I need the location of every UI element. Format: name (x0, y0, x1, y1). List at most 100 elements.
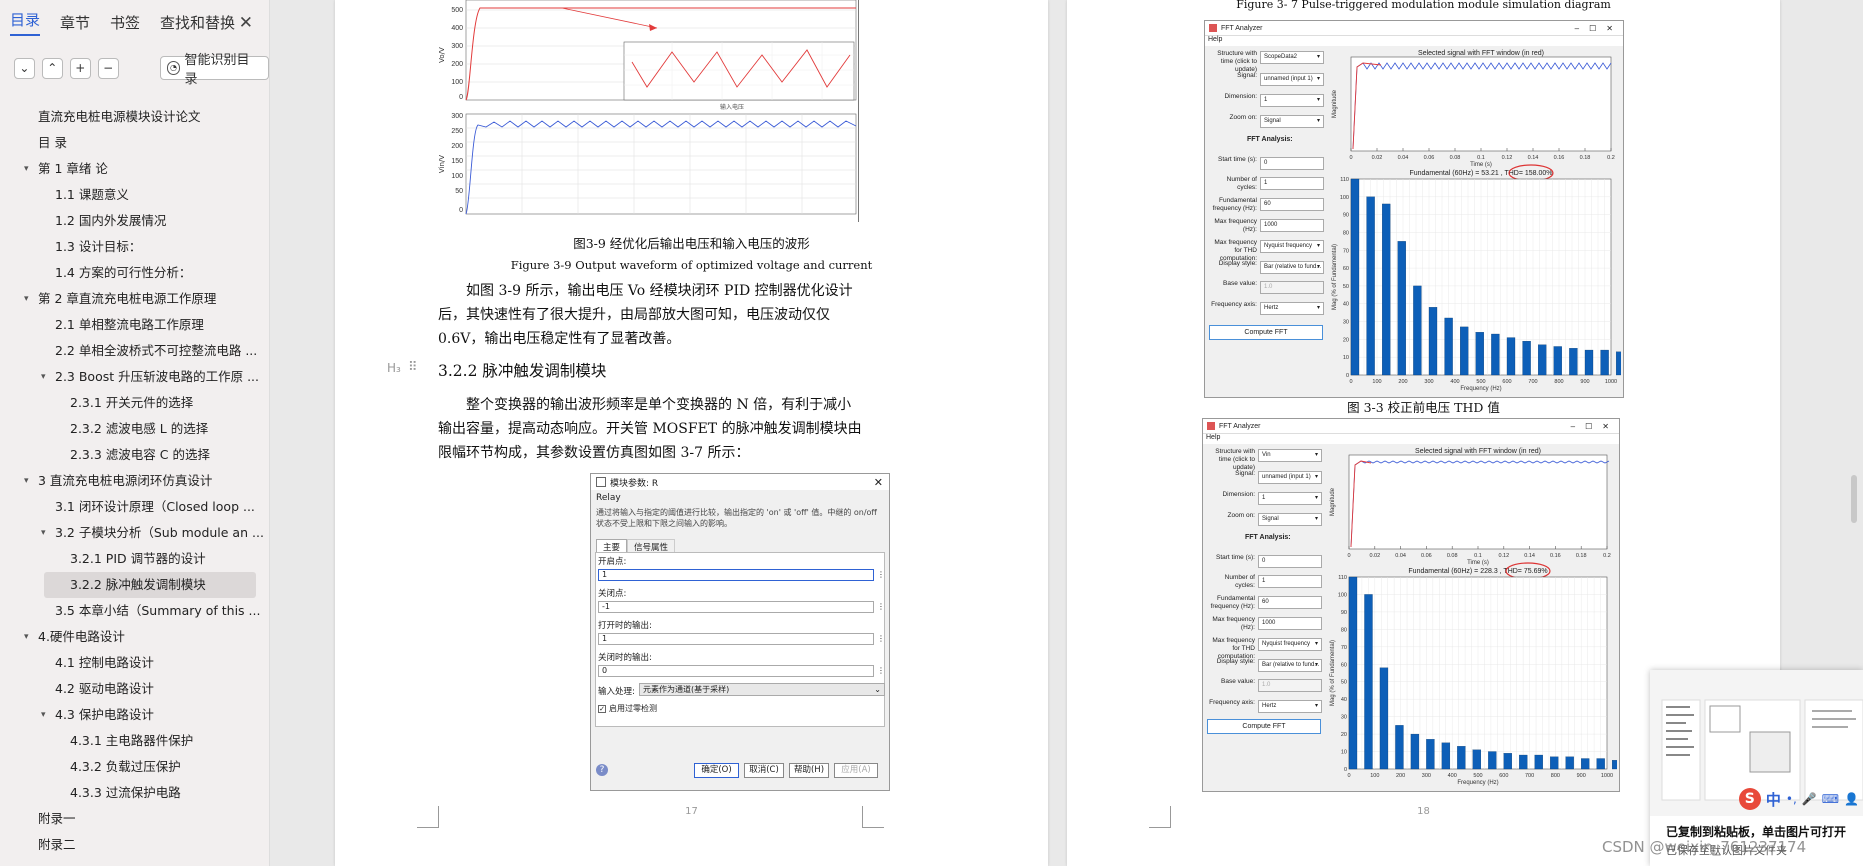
fft-menubar[interactable]: Help (1203, 434, 1619, 444)
sogou-ime-icon[interactable]: S (1738, 788, 1761, 810)
apply-button[interactable]: 应用(A) (834, 763, 878, 778)
fft-control-input[interactable]: 0 (1260, 157, 1324, 170)
toc-item[interactable]: ▾ 第 1 章绪 论 (0, 156, 269, 182)
toc-item[interactable]: 4.3.1 主电路器件保护 (0, 728, 269, 754)
fft-control-input[interactable]: 0 (1258, 555, 1322, 568)
fft-control-input[interactable]: Nyquist frequency ▾ (1258, 638, 1322, 651)
on-output-input[interactable]: 1 (598, 633, 874, 645)
fft-control-input[interactable]: 1 (1260, 177, 1324, 190)
tab-chapters[interactable]: 章节 (60, 12, 90, 33)
expand-chevron-icon[interactable]: ▾ (24, 156, 29, 182)
heading-level-marker[interactable]: H₃ (387, 361, 401, 375)
fft-control-input[interactable]: unnamed (input 1) ▾ (1260, 73, 1324, 86)
toc-item[interactable]: 目 录 (0, 130, 269, 156)
toc-item[interactable]: ▾ 3.2 子模块分析（Sub module an ... (0, 520, 269, 546)
expand-chevron-icon[interactable]: ▾ (24, 286, 29, 312)
toc-item[interactable]: 1.1 课题意义 (0, 182, 269, 208)
toc-item[interactable]: 附录一 (0, 806, 269, 832)
fft-control-input[interactable]: Bar (relative to fund... ▾ (1260, 261, 1324, 274)
fft-control-input[interactable]: Hertz ▾ (1260, 302, 1324, 315)
input-processing-select[interactable]: 元素作为通道(基于采样) ⌄ (639, 683, 885, 696)
fft-control-input[interactable]: Signal ▾ (1258, 513, 1322, 526)
compute-fft-button[interactable]: Compute FFT (1209, 325, 1323, 340)
toc-item[interactable]: 4.3.2 负载过压保护 (0, 754, 269, 780)
help-button[interactable]: 帮助(H) (789, 763, 829, 778)
microphone-icon[interactable]: 🎤 (1802, 792, 1817, 806)
cancel-button[interactable]: 取消(C) (744, 763, 784, 778)
zero-crossing-checkbox[interactable]: ✓ (598, 704, 606, 713)
compute-fft-button[interactable]: Compute FFT (1207, 719, 1321, 734)
expand-chevron-icon[interactable]: ▾ (24, 468, 29, 494)
user-icon[interactable]: 👤 (1844, 792, 1859, 806)
toc-item[interactable]: 3.5 本章小结（Summary of this ... (0, 598, 269, 624)
close-sidebar-icon[interactable]: ✕ (239, 13, 253, 33)
collapse-up-icon[interactable]: ⌃ (41, 57, 63, 79)
tab-toc[interactable]: 目录 (10, 9, 41, 36)
on-point-input[interactable]: 1 (598, 569, 874, 581)
toc-item[interactable]: 2.2 单相全波桥式不可控整流电路 ... (0, 338, 269, 364)
expand-chevron-icon[interactable]: ▾ (24, 624, 29, 650)
fft-control-input[interactable]: 1 ▾ (1260, 94, 1324, 107)
toc-item[interactable]: 3.2.1 PID 调节器的设计 (0, 546, 269, 572)
collapse-down-icon[interactable]: ⌄ (14, 57, 35, 79)
document-area[interactable]: 500 400 300 200 100 0 Vo/V 输入电压 300 250 … (270, 0, 1863, 866)
expand-chevron-icon[interactable]: ▾ (41, 364, 46, 390)
toc-item[interactable]: 2.1 单相整流电路工作原理 (0, 312, 269, 338)
vertical-scrollbar-thumb[interactable] (1851, 475, 1857, 523)
field-menu-icon[interactable]: ⋮ (877, 602, 885, 611)
fft-control-input[interactable]: 60 (1260, 198, 1324, 211)
fft-control-input[interactable]: 1 (1258, 575, 1322, 588)
field-menu-icon[interactable]: ⋮ (877, 634, 885, 643)
toc-item[interactable]: 4.1 控制电路设计 (0, 650, 269, 676)
fft-control-input[interactable]: Signal ▾ (1260, 115, 1324, 128)
toc-item[interactable]: 附录二 (0, 832, 269, 858)
fft-control-input[interactable]: 1 ▾ (1258, 492, 1322, 505)
toc-item[interactable]: 直流充电桩电源模块设计论文 (0, 104, 269, 130)
fft-control-input[interactable]: 1000 (1260, 219, 1324, 232)
tab-bookmarks[interactable]: 书签 (110, 12, 140, 33)
dialog-close-icon[interactable]: ✕ (874, 476, 883, 489)
toc-item[interactable]: 2.3.2 滤波电感 L 的选择 (0, 416, 269, 442)
ime-chinese-mode[interactable]: 中 (1766, 789, 1781, 810)
toc-item[interactable]: 1.3 设计目标： (0, 234, 269, 260)
ok-button[interactable]: 确定(O) (694, 763, 739, 778)
expand-chevron-icon[interactable]: ▾ (41, 520, 46, 546)
off-output-input[interactable]: 0 (598, 665, 874, 677)
fft-control-input[interactable]: 1000 (1258, 617, 1322, 630)
paragraph-1[interactable]: 如图 3-9 所示，输出电压 Vo 经模块闭环 PID 控制器优化设计后，其快速… (438, 279, 863, 351)
toc-item[interactable]: ▾ 4.硬件电路设计 (0, 624, 269, 650)
remove-heading-icon[interactable]: − (97, 57, 119, 79)
section-heading[interactable]: 3.2.2 脉冲触发调制模块 (438, 359, 606, 381)
toc-item[interactable]: 3.2.2 脉冲触发调制模块 (44, 572, 256, 598)
field-menu-icon[interactable]: ⋮ (877, 666, 885, 675)
fft-control-input[interactable]: Vin ▾ (1258, 449, 1322, 462)
window-controls-icon[interactable]: –☐✕ (1575, 24, 1623, 33)
ime-punctuation-icon[interactable]: •, (1786, 792, 1797, 806)
fft-menubar[interactable]: Help (1205, 36, 1623, 46)
fft-control-input[interactable]: unnamed (input 1) ▾ (1258, 471, 1322, 484)
expand-chevron-icon[interactable]: ▾ (41, 702, 46, 728)
fft-control-input[interactable]: 1.0 (1260, 281, 1324, 294)
fft-control-input[interactable]: 60 (1258, 596, 1322, 609)
tab-find-replace[interactable]: 查找和替换 (160, 12, 235, 33)
toc-item[interactable]: 4.2 驱动电路设计 (0, 676, 269, 702)
toc-item[interactable]: 1.2 国内外发展情况 (0, 208, 269, 234)
toc-item[interactable]: 1.4 方案的可行性分析： (0, 260, 269, 286)
window-controls-icon[interactable]: –☐✕ (1571, 422, 1619, 431)
toc-item[interactable]: ▾ 2.3 Boost 升压斩波电路的工作原 ... (0, 364, 269, 390)
toc-item[interactable]: 2.3.3 滤波电容 C 的选择 (0, 442, 269, 468)
fft-control-input[interactable]: Bar (relative to fund... ▾ (1258, 659, 1322, 672)
fft-control-input[interactable]: ScopeData2 ▾ (1260, 51, 1324, 64)
toc-item[interactable]: ▾ 第 2 章直流充电桩电源工作原理 (0, 286, 269, 312)
fft-control-input[interactable]: 1.0 (1258, 679, 1322, 692)
help-icon[interactable]: ? (596, 764, 608, 776)
smart-toc-button[interactable]: ◔ 智能识别目录 (159, 53, 270, 87)
toc-item[interactable]: ▾ 3 直流充电桩电源闭环仿真设计 (0, 468, 269, 494)
paragraph-2[interactable]: 整个变换器的输出波形频率是单个变换器的 N 倍，有利于减小输出容量，提高动态响应… (438, 393, 863, 465)
fft-control-input[interactable]: Hertz ▾ (1258, 700, 1322, 713)
drag-handle-icon[interactable]: ⠿ (408, 360, 418, 375)
clipboard-popup[interactable]: S 中 •, 🎤 ⌨ 👤 已复制到粘贴板，单击图片可打开 已保存至默认图片文件夹 (1650, 670, 1863, 866)
field-menu-icon[interactable]: ⋮ (877, 570, 885, 579)
toc-item[interactable]: 4.3.3 过流保护电路 (0, 780, 269, 806)
toc-item[interactable]: ▾ 4.3 保护电路设计 (0, 702, 269, 728)
